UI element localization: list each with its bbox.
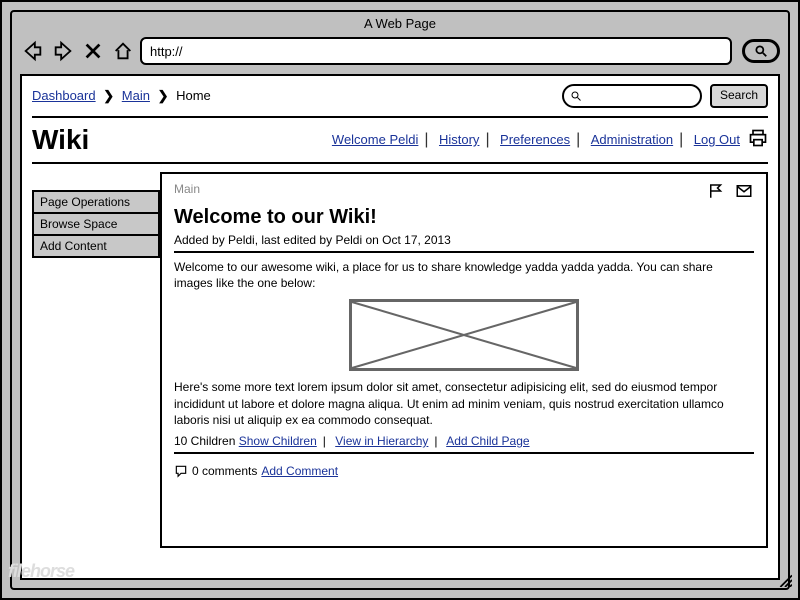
stop-button[interactable] <box>80 39 106 63</box>
home-button[interactable] <box>110 39 136 63</box>
flag-icon[interactable] <box>706 182 726 200</box>
show-children-link[interactable]: Show Children <box>239 434 317 448</box>
breadcrumb-main[interactable]: Main <box>122 88 150 103</box>
sidebar-browse-space[interactable]: Browse Space <box>32 212 160 236</box>
back-button[interactable] <box>20 39 46 63</box>
add-child-page-link[interactable]: Add Child Page <box>446 434 529 448</box>
nav-history[interactable]: History <box>439 132 479 147</box>
resize-handle-icon[interactable] <box>778 573 792 592</box>
url-bar[interactable]: http:// <box>140 37 732 65</box>
sidebar: Page Operations Browse Space Add Content <box>32 172 160 548</box>
mail-icon[interactable] <box>734 182 754 200</box>
divider <box>174 251 754 253</box>
page-content: Dashboard ❯ Main ❯ Home Search Wiki Welc… <box>20 74 780 580</box>
window-chrome: A Web Page http:// Dashboard ❯ Main ❯ Ho… <box>10 10 790 590</box>
children-count: 10 Children <box>174 434 235 448</box>
search-icon <box>570 90 582 102</box>
breadcrumb-current: Home <box>176 88 211 103</box>
view-hierarchy-link[interactable]: View in Hierarchy <box>335 434 428 448</box>
chevron-icon: ❯ <box>158 88 169 103</box>
sidebar-add-content[interactable]: Add Content <box>32 234 160 258</box>
breadcrumb: Dashboard ❯ Main ❯ Home <box>32 88 562 104</box>
add-comment-link[interactable]: Add Comment <box>261 464 338 478</box>
nav-welcome[interactable]: Welcome Peldi <box>332 132 418 147</box>
browser-window: A Web Page http:// Dashboard ❯ Main ❯ Ho… <box>0 0 800 600</box>
nav-administration[interactable]: Administration <box>591 132 673 147</box>
search-button[interactable]: Search <box>710 84 768 108</box>
page-meta: Added by Peldi, last edited by Peldi on … <box>174 233 754 247</box>
browser-toolbar: http:// <box>12 33 788 69</box>
comments-count: 0 comments <box>192 464 257 478</box>
section-label: Main <box>174 182 706 196</box>
main-panel: Main Welcome to our Wiki! Added by Peldi… <box>160 172 768 548</box>
body-paragraph: Welcome to our awesome wiki, a place for… <box>174 259 754 291</box>
breadcrumb-dashboard[interactable]: Dashboard <box>32 88 96 103</box>
chevron-icon: ❯ <box>103 88 114 103</box>
forward-button[interactable] <box>50 39 76 63</box>
nav-preferences[interactable]: Preferences <box>500 132 570 147</box>
image-placeholder <box>349 299 579 371</box>
top-nav: Welcome Peldi| History| Preferences| Adm… <box>332 131 740 149</box>
search-input[interactable] <box>562 84 702 108</box>
window-title: A Web Page <box>12 12 788 33</box>
go-button[interactable] <box>742 39 780 63</box>
nav-logout[interactable]: Log Out <box>694 132 740 147</box>
site-title: Wiki <box>32 124 332 156</box>
page-title: Welcome to our Wiki! <box>174 206 754 229</box>
print-icon[interactable] <box>748 128 768 153</box>
divider <box>174 452 754 454</box>
comment-icon <box>174 464 188 478</box>
sidebar-page-operations[interactable]: Page Operations <box>32 190 160 214</box>
page-footer-links: 10 Children Show Children| View in Hiera… <box>174 434 754 448</box>
body-paragraph: Here's some more text lorem ipsum dolor … <box>174 379 754 428</box>
